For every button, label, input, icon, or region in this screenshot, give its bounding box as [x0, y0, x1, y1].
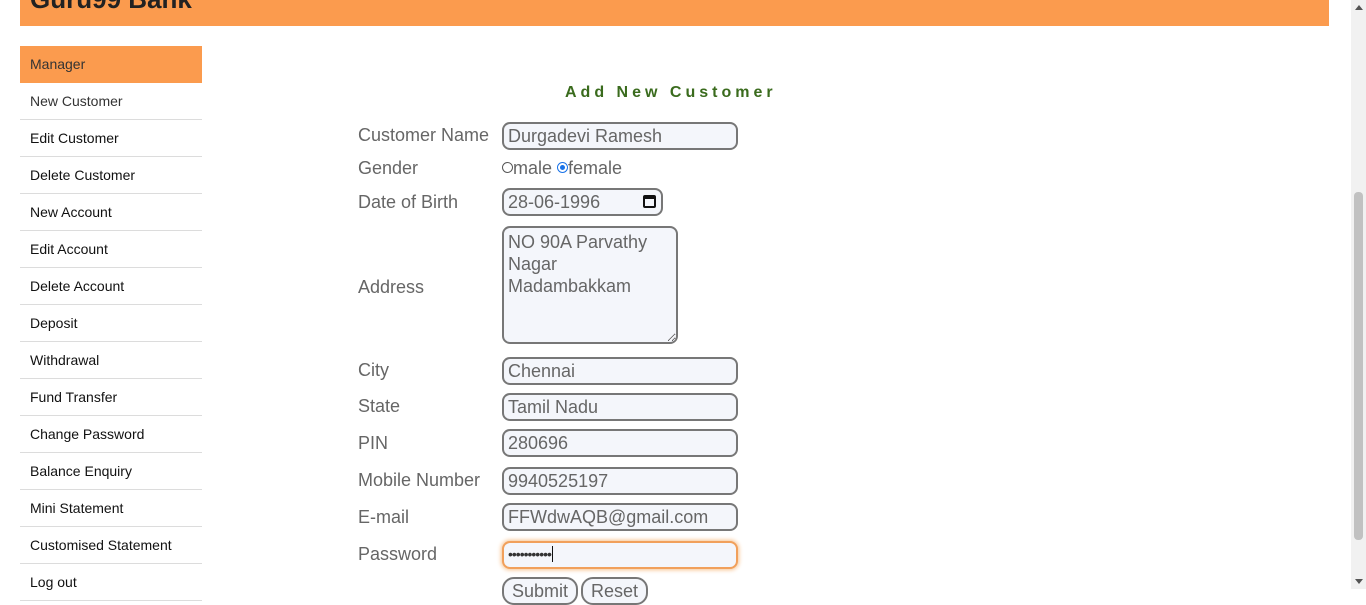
dob-label: Date of Birth — [358, 192, 459, 212]
sidebar-item-deposit[interactable]: Deposit — [20, 305, 202, 342]
mobile-input[interactable] — [502, 467, 738, 495]
pin-label: PIN — [358, 433, 389, 453]
mobile-label: Mobile Number — [358, 470, 481, 490]
site-title: Guru99 Bank — [30, 0, 192, 15]
scrollbar-thumb[interactable] — [1354, 192, 1363, 540]
address-label: Address — [358, 277, 425, 297]
gender-label: Gender — [358, 158, 419, 178]
address-textarea[interactable]: NO 90A Parvathy Nagar Madambakkam — [502, 226, 678, 344]
password-input[interactable]: •••••••••••​ — [502, 541, 738, 569]
sidebar-item-fund-transfer[interactable]: Fund Transfer — [20, 379, 202, 416]
scroll-down-icon[interactable] — [1355, 579, 1363, 584]
sidebar-item-new-customer[interactable]: New Customer — [20, 83, 202, 120]
reset-button[interactable]: Reset — [581, 577, 649, 605]
customer-name-input[interactable] — [502, 122, 738, 150]
text-cursor: ​ — [551, 546, 554, 562]
calendar-icon[interactable] — [643, 195, 656, 208]
state-input[interactable] — [502, 393, 738, 421]
dob-input[interactable]: 28-06-1996 — [502, 188, 663, 216]
state-label: State — [358, 396, 401, 416]
sidebar-item-change-password[interactable]: Change Password — [20, 416, 202, 453]
submit-button[interactable]: Submit — [502, 577, 579, 605]
pin-input[interactable] — [502, 429, 738, 457]
form-title: Add New Customer — [565, 84, 777, 101]
sidebar-item-log-out[interactable]: Log out — [20, 564, 202, 601]
gender-female-radio[interactable] — [557, 161, 569, 173]
site-header: Guru99 Bank — [20, 0, 1329, 26]
sidebar-item-delete-customer[interactable]: Delete Customer — [20, 157, 202, 194]
gender-male-label: male — [513, 158, 553, 178]
gender-male-radio[interactable] — [502, 161, 513, 173]
email-label: E-mail — [358, 507, 410, 527]
sidebar-item-manager[interactable]: Manager — [20, 46, 202, 83]
email-input[interactable] — [502, 503, 738, 531]
sidebar-item-edit-account[interactable]: Edit Account — [20, 231, 202, 268]
gender-female-label: female — [568, 158, 623, 178]
sidebar-item-mini-statement[interactable]: Mini Statement — [20, 490, 202, 527]
sidebar-menu: Manager New Customer Edit Customer Delet… — [20, 46, 202, 601]
sidebar-item-new-account[interactable]: New Account — [20, 194, 202, 231]
city-input[interactable] — [502, 357, 738, 385]
password-masked-value: ••••••••••• — [508, 546, 552, 562]
password-label: Password — [358, 544, 438, 564]
city-label: City — [358, 360, 389, 380]
dob-value: 28-06-1996 — [508, 192, 601, 212]
sidebar-item-withdrawal[interactable]: Withdrawal — [20, 342, 202, 379]
page-scrollbar[interactable] — [1351, 0, 1366, 589]
sidebar-item-delete-account[interactable]: Delete Account — [20, 268, 202, 305]
sidebar-item-edit-customer[interactable]: Edit Customer — [20, 120, 202, 157]
gender-radio-group: male female — [502, 158, 622, 179]
sidebar-item-customised-statement[interactable]: Customised Statement — [20, 527, 202, 564]
customer-name-label: Customer Name — [358, 125, 490, 145]
sidebar-item-balance-enquiry[interactable]: Balance Enquiry — [20, 453, 202, 490]
scroll-up-icon[interactable] — [1355, 5, 1363, 10]
